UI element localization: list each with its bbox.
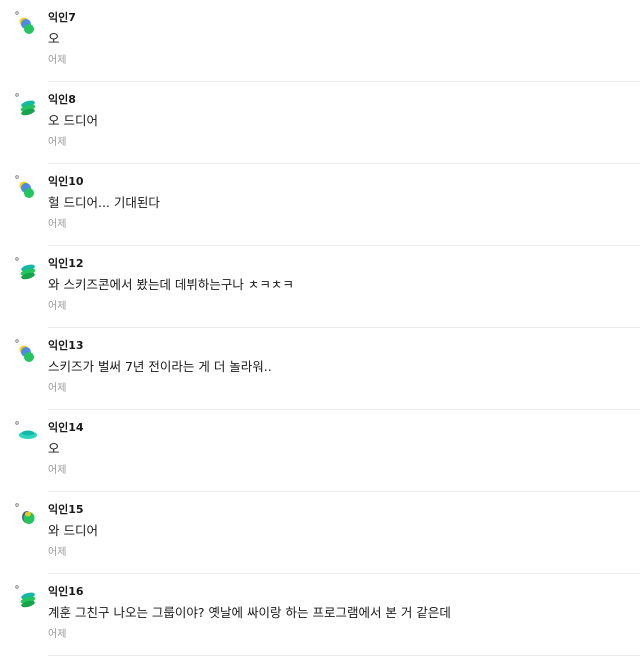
- comment-date: 어제: [48, 383, 67, 394]
- comment-text: 헐 드디어... 기대된다: [48, 195, 160, 210]
- comment-date: 어제: [48, 301, 67, 312]
- comment-item: 익인10 헐 드디어... 기대된다 어제: [0, 164, 640, 246]
- blue-green-bubbles-icon[interactable]: [14, 174, 40, 200]
- comment-item: 익인14 오 어제: [0, 410, 640, 492]
- comment-text: 오: [48, 441, 60, 456]
- comment-date: 어제: [48, 219, 67, 230]
- comment-item: 익인15 와 드디어 어제: [0, 492, 640, 574]
- comment-item: 익인7 오 어제: [0, 0, 640, 82]
- comment-nickname[interactable]: 익인16: [48, 585, 640, 599]
- comment-nickname[interactable]: 익인12: [48, 257, 640, 271]
- green-stacked-icon[interactable]: [14, 256, 40, 282]
- comment-text: 오 드디어: [48, 113, 98, 128]
- comment-item: 익인13 스키즈가 벌써 7년 전이라는 게 더 놀라워.. 어제: [0, 328, 640, 410]
- comment-date: 어제: [48, 55, 67, 66]
- comment-text: 스키즈가 벌써 7년 전이라는 게 더 놀라워..: [48, 359, 272, 374]
- comment-item: 익인12 와 스키즈콘에서 봤는데 데뷔하는구나 ㅊㅋㅊㅋ 어제: [0, 246, 640, 328]
- blue-green-bubbles-icon[interactable]: [14, 10, 40, 36]
- comment-date: 어제: [48, 137, 67, 148]
- comment-nickname[interactable]: 익인15: [48, 503, 640, 517]
- comment-nickname[interactable]: 익인14: [48, 421, 640, 435]
- comment-nickname[interactable]: 익인8: [48, 93, 640, 107]
- blue-green-bubbles-icon[interactable]: [14, 338, 40, 364]
- comment-list: 익인7 오 어제 익인8 오 드디어 어제 익인10 헐 드디어... 기대된다…: [0, 0, 640, 656]
- comment-date: 어제: [48, 629, 67, 640]
- comment-item: 익인8 오 드디어 어제: [0, 82, 640, 164]
- comment-text: 와 드디어: [48, 523, 98, 538]
- teal-cloud-icon[interactable]: [14, 420, 40, 446]
- comment-text: 오: [48, 31, 60, 46]
- comment-text: 계훈 그친구 나오는 그룹이야? 옛날에 싸이랑 하는 프로그램에서 본 거 같…: [48, 605, 451, 620]
- comment-nickname[interactable]: 익인13: [48, 339, 640, 353]
- comment-nickname[interactable]: 익인7: [48, 11, 640, 25]
- green-leaf-icon[interactable]: [14, 502, 40, 528]
- comment-text: 와 스키즈콘에서 봤는데 데뷔하는구나 ㅊㅋㅊㅋ: [48, 277, 294, 292]
- comment-nickname[interactable]: 익인10: [48, 175, 640, 189]
- comment-date: 어제: [48, 547, 67, 558]
- comment-item: 익인16 계훈 그친구 나오는 그룹이야? 옛날에 싸이랑 하는 프로그램에서 …: [0, 574, 640, 656]
- green-stacked-icon[interactable]: [14, 584, 40, 610]
- green-stacked-icon[interactable]: [14, 92, 40, 118]
- comment-date: 어제: [48, 465, 67, 476]
